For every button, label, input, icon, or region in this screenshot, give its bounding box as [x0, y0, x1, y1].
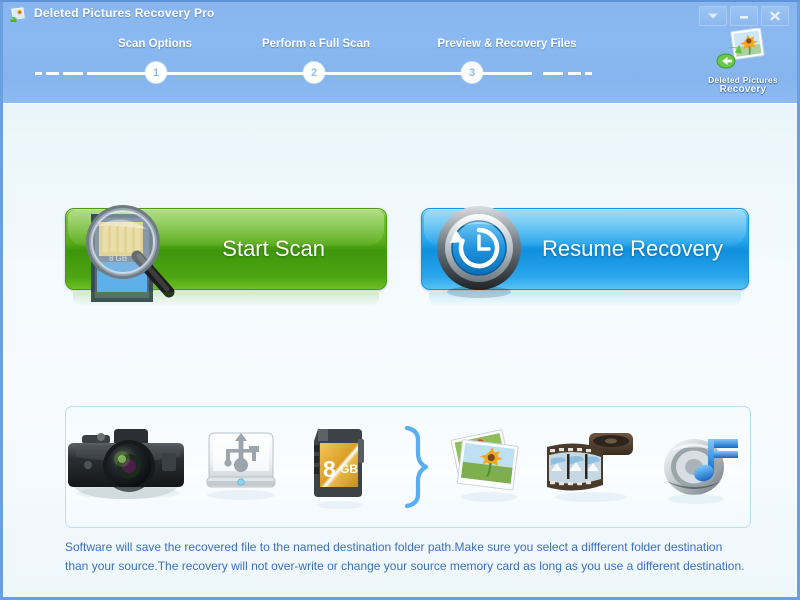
application-window: Deleted Pictures Recovery Pro [0, 0, 800, 600]
step-indicator-1[interactable]: 1 [146, 62, 167, 83]
track-dash-6 [585, 72, 592, 75]
track-dash-1 [35, 72, 42, 75]
supported-media-panel: 8 GB [65, 406, 751, 528]
title-bar[interactable]: Deleted Pictures Recovery Pro [3, 2, 797, 28]
logo-text-line2: Recovery [697, 85, 789, 95]
speaker-music-note-icon [650, 421, 750, 513]
media-row: 8 GB [66, 407, 750, 527]
photos-stack-icon [441, 421, 537, 513]
product-logo: Deleted Pictures Recovery [697, 28, 789, 102]
window-title: Deleted Pictures Recovery Pro [34, 6, 215, 20]
media-source-usb-drive [190, 407, 291, 527]
media-brace [392, 407, 438, 527]
track-dash-4 [543, 72, 563, 75]
step-indicator-3[interactable]: 3 [462, 62, 483, 83]
photo-with-restore-arrow-icon [715, 28, 771, 74]
usb-external-drive-icon [193, 421, 289, 513]
media-source-camera [66, 407, 190, 527]
media-target-audio [649, 407, 750, 527]
resume-recovery-label: Resume Recovery [542, 208, 749, 290]
collapse-button[interactable] [699, 6, 727, 26]
step-label-2: Perform a Full Scan [262, 38, 370, 50]
step-labels: Scan Options Perform a Full Scan Preview… [3, 38, 797, 56]
header-bar: Deleted Pictures Recovery Pro [3, 2, 797, 104]
media-target-photos [438, 407, 539, 527]
right-curly-brace-icon [398, 424, 432, 510]
step-label-1: Scan Options [118, 38, 192, 50]
app-icon [9, 6, 28, 24]
track-dash-5 [568, 72, 581, 75]
svg-text:GB: GB [340, 462, 358, 476]
step-progress-track: 1 2 3 [3, 62, 797, 84]
destination-note: Software will save the recovered file to… [65, 538, 745, 576]
film-strip-icon [539, 421, 649, 513]
resume-recovery-button[interactable]: Resume Recovery [421, 208, 749, 290]
window-controls [699, 6, 789, 26]
minimize-button[interactable] [730, 6, 758, 26]
start-scan-button[interactable]: 8 GB Start Scan [65, 208, 387, 290]
track-dash-3 [63, 72, 83, 75]
svg-text:8: 8 [323, 456, 336, 482]
start-scan-reflection [73, 292, 379, 306]
close-button[interactable] [761, 6, 789, 26]
media-target-video [539, 407, 649, 527]
step-indicator-2[interactable]: 2 [304, 62, 325, 83]
track-dash-2 [46, 72, 59, 75]
step-label-3: Preview & Recovery Files [437, 38, 576, 50]
dslr-camera-icon [66, 421, 190, 513]
media-source-sd-card: 8 GB [291, 407, 392, 527]
start-scan-label: Start Scan [222, 208, 387, 290]
sd-card-icon: 8 GB [296, 421, 388, 513]
resume-recovery-reflection [429, 292, 741, 306]
logo-text: Deleted Pictures Recovery [697, 75, 789, 95]
